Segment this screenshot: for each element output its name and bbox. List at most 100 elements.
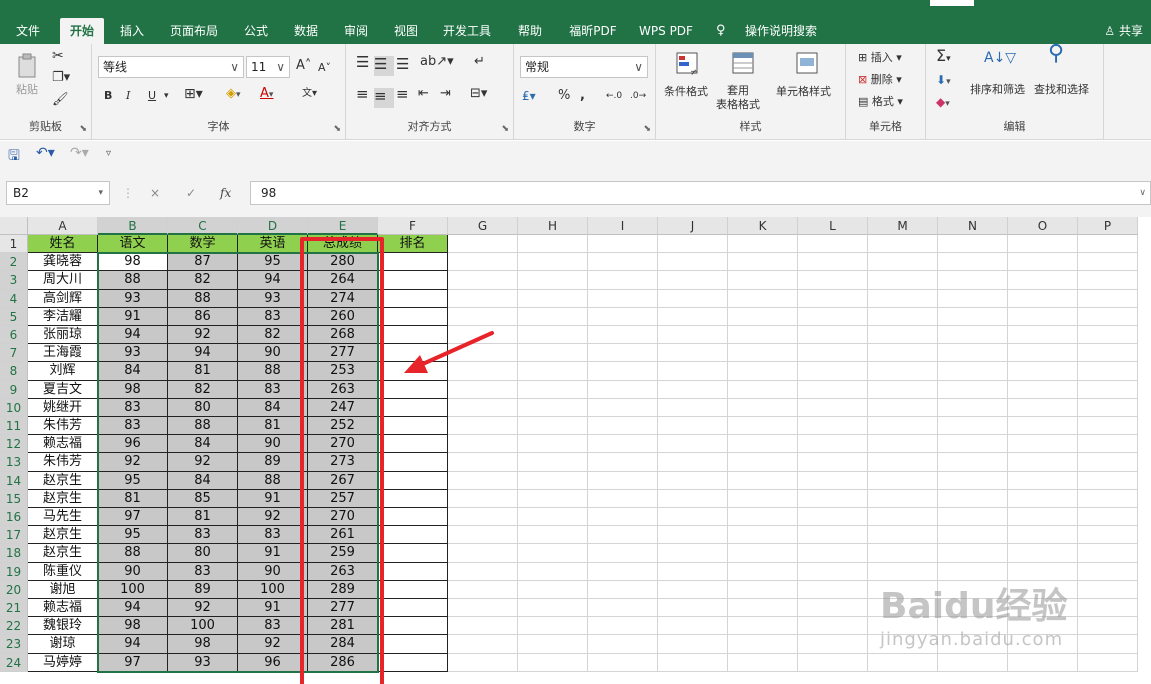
grid-cell[interactable]: 94 [238,271,308,290]
grid-cell[interactable] [518,417,588,436]
grid-cell[interactable]: 88 [168,417,238,436]
grid-cell[interactable]: 90 [238,435,308,454]
grid-cell[interactable] [588,471,658,490]
header-cell[interactable] [868,235,938,254]
grid-cell[interactable] [938,526,1008,545]
header-cell[interactable] [448,235,518,254]
autosum-icon[interactable]: Σ▾ [936,48,951,67]
grid-cell[interactable] [378,580,448,599]
grid-cell[interactable] [658,417,728,436]
grid-cell[interactable]: 100 [238,580,308,599]
grid-cell[interactable] [1008,508,1078,527]
grid-cell[interactable]: 92 [98,453,168,472]
grid-cell[interactable]: 247 [308,398,378,417]
row-header[interactable]: 13 [0,453,28,472]
grid-cell[interactable] [868,307,938,326]
grid-cell[interactable]: 马先生 [28,508,98,527]
row-header[interactable]: 21 [0,599,28,618]
grid-cell[interactable] [1078,580,1138,599]
grid-cell[interactable] [588,344,658,363]
grid-cell[interactable]: 264 [308,271,378,290]
grid-cell[interactable] [728,599,798,618]
grid-cell[interactable] [378,508,448,527]
grid-cell[interactable] [798,617,868,636]
grid-cell[interactable] [378,307,448,326]
grid-cell[interactable]: 姚继开 [28,398,98,417]
grid-cell[interactable] [1078,453,1138,472]
grid-cell[interactable]: 赵京生 [28,544,98,563]
grid-cell[interactable] [798,489,868,508]
grid-cell[interactable]: 刘辉 [28,362,98,381]
cell-styles-icon[interactable] [794,50,822,78]
grid-cell[interactable] [518,453,588,472]
grid-cell[interactable]: 龚晓蓉 [28,253,98,272]
copy-icon[interactable]: ❐▾ [52,70,70,86]
font-name-select[interactable]: 等线 ∨ [98,56,244,78]
grid-cell[interactable] [728,307,798,326]
grid-cell[interactable]: 259 [308,544,378,563]
cancel-button[interactable]: × [150,181,160,205]
grid-cell[interactable]: 夏吉文 [28,380,98,399]
grid-cell[interactable]: 95 [98,471,168,490]
grid-cell[interactable] [658,326,728,345]
grid-cell[interactable]: 98 [98,617,168,636]
grid-cell[interactable] [518,544,588,563]
grid-cell[interactable]: 马婷婷 [28,653,98,672]
grid-cell[interactable]: 100 [98,580,168,599]
row-header[interactable]: 7 [0,344,28,363]
grid-cell[interactable] [798,599,868,618]
row-header[interactable]: 15 [0,489,28,508]
grid-cell[interactable]: 赖志福 [28,599,98,618]
grid-cell[interactable] [798,344,868,363]
column-header-a[interactable]: A [28,217,98,235]
row-header[interactable]: 19 [0,562,28,581]
grid-cell[interactable] [588,489,658,508]
grid-cell[interactable]: 88 [98,544,168,563]
grid-cell[interactable]: 张丽琼 [28,326,98,345]
grid-cell[interactable]: 86 [168,307,238,326]
grid-cell[interactable] [868,453,938,472]
grid-cell[interactable] [938,653,1008,672]
grid-cell[interactable] [378,435,448,454]
column-header-p[interactable]: P [1078,217,1138,235]
grid-cell[interactable] [448,489,518,508]
grid-cell[interactable]: 90 [98,562,168,581]
grid-cell[interactable] [868,253,938,272]
grid-cell[interactable] [658,344,728,363]
fill-icon[interactable]: ⬇▾ [936,72,951,90]
grid-cell[interactable] [518,653,588,672]
clear-icon[interactable]: ◆▾ [936,94,950,112]
grid-cell[interactable]: 263 [308,380,378,399]
grid-cell[interactable] [1078,344,1138,363]
enter-button[interactable]: ✓ [186,181,196,205]
grid-cell[interactable] [798,526,868,545]
bold-button[interactable]: B [104,88,112,104]
grid-cell[interactable] [378,526,448,545]
grid-cell[interactable]: 82 [238,326,308,345]
grid-cell[interactable] [518,580,588,599]
grid-cell[interactable] [378,544,448,563]
underline-dropdown-icon[interactable]: ▾ [164,88,169,104]
grid-cell[interactable] [1008,435,1078,454]
grid-cell[interactable] [448,653,518,672]
grid-cell[interactable]: 80 [168,544,238,563]
grid-cell[interactable] [728,508,798,527]
grid-cell[interactable] [938,344,1008,363]
grid-cell[interactable] [588,526,658,545]
grid-cell[interactable]: 95 [238,253,308,272]
grid-cell[interactable] [1008,362,1078,381]
grid-cell[interactable]: 谢旭 [28,580,98,599]
row-header[interactable]: 16 [0,508,28,527]
cut-icon[interactable]: ✂ [52,48,64,64]
grid-cell[interactable] [588,453,658,472]
share-button[interactable]: ♙ 共享 [1104,18,1143,44]
column-header-k[interactable]: K [728,217,798,235]
grid-cell[interactable] [658,398,728,417]
grid-cell[interactable] [1008,489,1078,508]
name-box[interactable]: B2 ▾ [6,181,110,205]
grid-cell[interactable]: 81 [238,417,308,436]
grid-cell[interactable] [658,307,728,326]
grid-cell[interactable] [798,562,868,581]
row-header[interactable]: 10 [0,398,28,417]
grid-cell[interactable]: 95 [98,526,168,545]
